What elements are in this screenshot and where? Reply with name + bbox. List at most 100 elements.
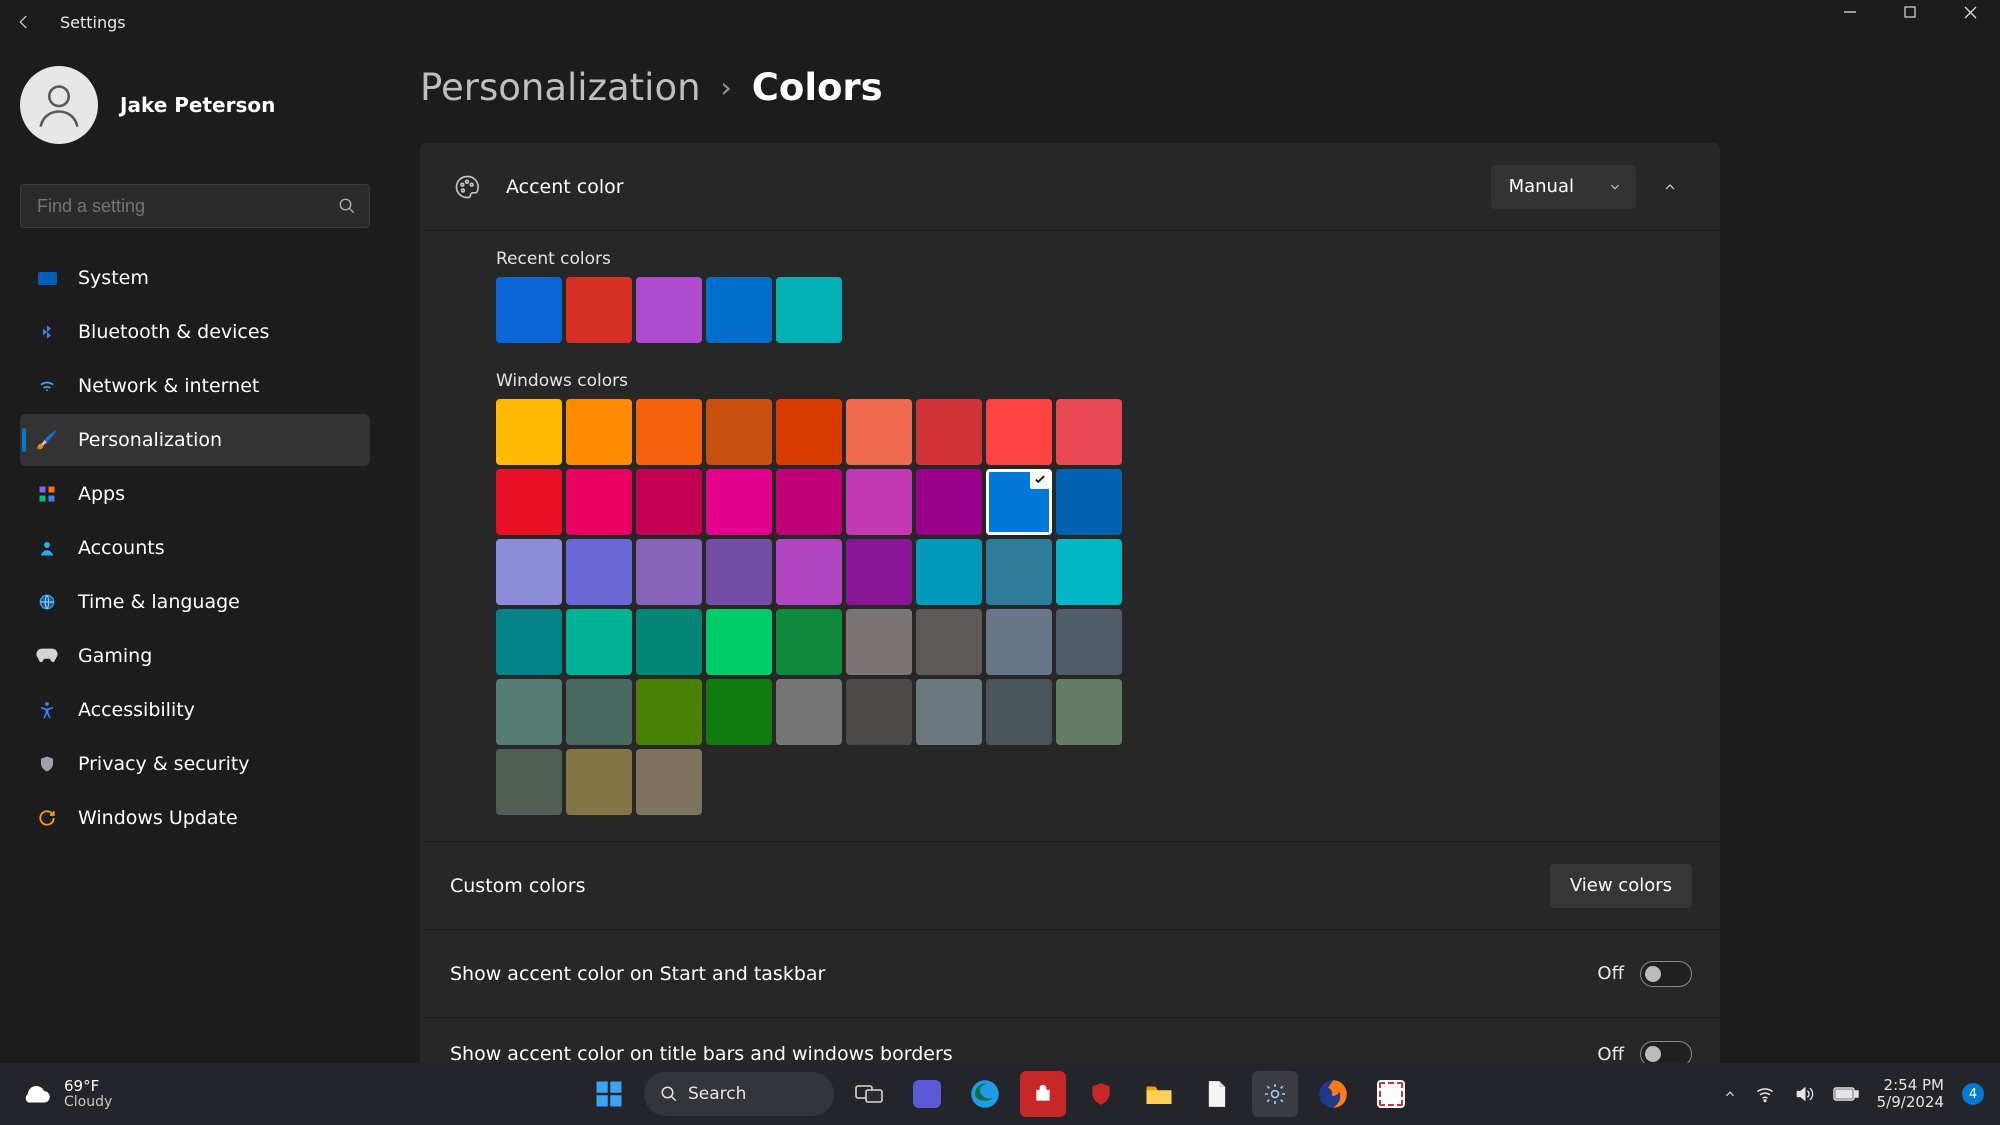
sidebar-item-label: System	[78, 267, 149, 289]
windows-color-swatch[interactable]	[706, 399, 772, 465]
custom-colors-label: Custom colors	[450, 875, 1550, 897]
cloud-icon	[20, 1077, 54, 1111]
windows-color-swatch[interactable]	[846, 679, 912, 745]
wifi-icon[interactable]	[1755, 1084, 1775, 1104]
file-app-icon[interactable]	[1194, 1071, 1240, 1117]
sidebar-item-windows-update[interactable]: Windows Update	[20, 792, 370, 844]
settings-app-icon[interactable]	[1252, 1071, 1298, 1117]
windows-color-swatch[interactable]	[986, 679, 1052, 745]
sidebar-item-time-language[interactable]: Time & language	[20, 576, 370, 628]
search-box[interactable]	[20, 184, 370, 228]
windows-color-swatch[interactable]	[986, 609, 1052, 675]
windows-color-swatch[interactable]	[846, 609, 912, 675]
windows-color-swatch[interactable]	[986, 399, 1052, 465]
recent-color-swatch[interactable]	[776, 277, 842, 343]
sidebar-item-accessibility[interactable]: Accessibility	[20, 684, 370, 736]
windows-color-swatch[interactable]	[776, 679, 842, 745]
sidebar-item-accounts[interactable]: Accounts	[20, 522, 370, 574]
windows-color-swatch[interactable]	[706, 609, 772, 675]
sidebar-item-bluetooth-devices[interactable]: Bluetooth & devices	[20, 306, 370, 358]
windows-color-swatch[interactable]	[566, 679, 632, 745]
windows-color-swatch[interactable]	[566, 539, 632, 605]
user-block[interactable]: Jake Peterson	[20, 66, 370, 144]
windows-color-swatch[interactable]	[986, 539, 1052, 605]
windows-color-swatch[interactable]	[636, 749, 702, 815]
windows-color-swatch[interactable]	[986, 469, 1052, 535]
windows-color-swatch[interactable]	[636, 399, 702, 465]
windows-color-swatch[interactable]	[846, 469, 912, 535]
firefox-app-icon[interactable]	[1310, 1071, 1356, 1117]
collapse-section-button[interactable]	[1648, 165, 1692, 209]
accent-start-taskbar-toggle[interactable]	[1640, 961, 1692, 987]
recent-color-swatch[interactable]	[496, 277, 562, 343]
accent-mode-dropdown[interactable]: Manual	[1491, 165, 1636, 209]
tray-overflow-icon[interactable]	[1723, 1087, 1737, 1101]
breadcrumb-parent[interactable]: Personalization	[420, 66, 701, 109]
recent-color-swatch[interactable]	[706, 277, 772, 343]
view-colors-button[interactable]: View colors	[1550, 864, 1692, 908]
windows-color-swatch[interactable]	[776, 469, 842, 535]
search-input[interactable]	[21, 196, 325, 217]
windows-color-swatch[interactable]	[636, 679, 702, 745]
windows-color-swatch[interactable]	[916, 679, 982, 745]
windows-color-swatch[interactable]	[776, 609, 842, 675]
maximize-button[interactable]	[1880, 0, 1940, 24]
notification-badge[interactable]: 4	[1962, 1083, 1984, 1105]
windows-color-swatch[interactable]	[916, 399, 982, 465]
windows-color-swatch[interactable]	[496, 469, 562, 535]
task-view-button[interactable]	[846, 1071, 892, 1117]
taskbar-search[interactable]: Search	[644, 1072, 834, 1116]
weather-cond: Cloudy	[64, 1095, 112, 1110]
windows-color-swatch[interactable]	[566, 609, 632, 675]
windows-color-swatch[interactable]	[636, 469, 702, 535]
windows-color-swatch[interactable]	[496, 539, 562, 605]
windows-color-swatch[interactable]	[846, 399, 912, 465]
windows-color-swatch[interactable]	[636, 609, 702, 675]
windows-color-swatch[interactable]	[706, 469, 772, 535]
sidebar-item-network-internet[interactable]: Network & internet	[20, 360, 370, 412]
back-button[interactable]	[0, 0, 48, 44]
sidebar-item-gaming[interactable]: Gaming	[20, 630, 370, 682]
security-app-icon[interactable]	[1078, 1071, 1124, 1117]
store-app-icon[interactable]	[1020, 1071, 1066, 1117]
explorer-app-icon[interactable]	[1136, 1071, 1182, 1117]
windows-color-swatch[interactable]	[1056, 679, 1122, 745]
sidebar-item-apps[interactable]: Apps	[20, 468, 370, 520]
windows-color-swatch[interactable]	[776, 539, 842, 605]
windows-color-swatch[interactable]	[706, 679, 772, 745]
weather-widget[interactable]: 69°F Cloudy	[20, 1077, 112, 1111]
windows-color-swatch[interactable]	[776, 399, 842, 465]
windows-color-swatch[interactable]	[636, 539, 702, 605]
close-button[interactable]	[1940, 0, 2000, 24]
windows-color-swatch[interactable]	[566, 749, 632, 815]
windows-color-swatch[interactable]	[916, 539, 982, 605]
sidebar-item-personalization[interactable]: 🖌️Personalization	[20, 414, 370, 466]
windows-color-swatch[interactable]	[706, 539, 772, 605]
recent-color-swatch[interactable]	[636, 277, 702, 343]
windows-color-swatch[interactable]	[916, 469, 982, 535]
edge-app-icon[interactable]	[962, 1071, 1008, 1117]
recent-color-swatch[interactable]	[566, 277, 632, 343]
windows-color-swatch[interactable]	[496, 679, 562, 745]
sidebar-item-label: Personalization	[78, 429, 222, 451]
snipping-app-icon[interactable]	[1368, 1071, 1414, 1117]
minimize-button[interactable]	[1820, 0, 1880, 24]
windows-color-swatch[interactable]	[496, 749, 562, 815]
sidebar-item-system[interactable]: System	[20, 252, 370, 304]
windows-color-swatch[interactable]	[566, 399, 632, 465]
windows-color-swatch[interactable]	[846, 539, 912, 605]
windows-color-swatch[interactable]	[496, 609, 562, 675]
windows-color-swatch[interactable]	[1056, 469, 1122, 535]
windows-color-swatch[interactable]	[1056, 539, 1122, 605]
sidebar-item-privacy-security[interactable]: Privacy & security	[20, 738, 370, 790]
clock[interactable]: 2:54 PM 5/9/2024	[1877, 1077, 1944, 1112]
windows-color-swatch[interactable]	[496, 399, 562, 465]
battery-icon[interactable]	[1833, 1086, 1859, 1102]
start-button[interactable]	[586, 1071, 632, 1117]
volume-icon[interactable]	[1793, 1084, 1815, 1104]
chat-app-icon[interactable]	[904, 1071, 950, 1117]
windows-color-swatch[interactable]	[1056, 609, 1122, 675]
windows-color-swatch[interactable]	[1056, 399, 1122, 465]
windows-color-swatch[interactable]	[566, 469, 632, 535]
windows-color-swatch[interactable]	[916, 609, 982, 675]
